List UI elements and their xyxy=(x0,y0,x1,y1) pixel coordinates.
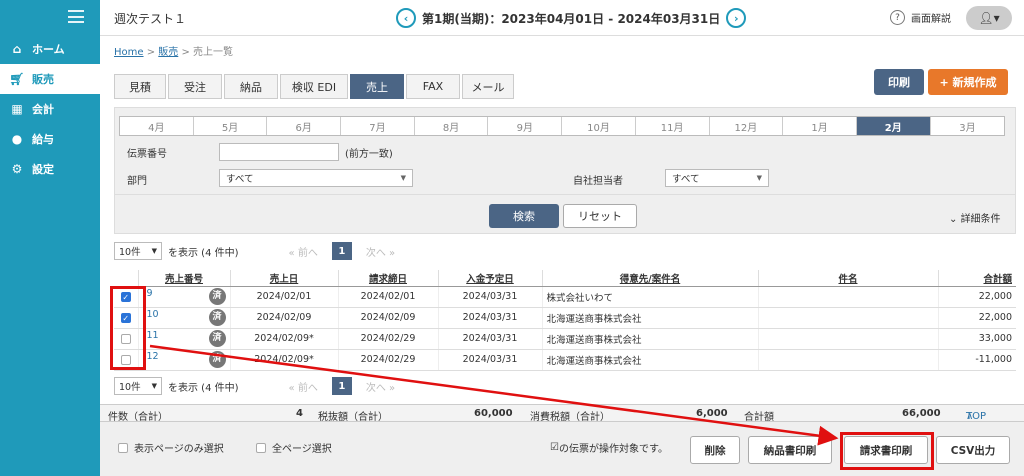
annotation-arrow-line xyxy=(149,344,839,446)
annotation-arrow xyxy=(149,344,839,446)
